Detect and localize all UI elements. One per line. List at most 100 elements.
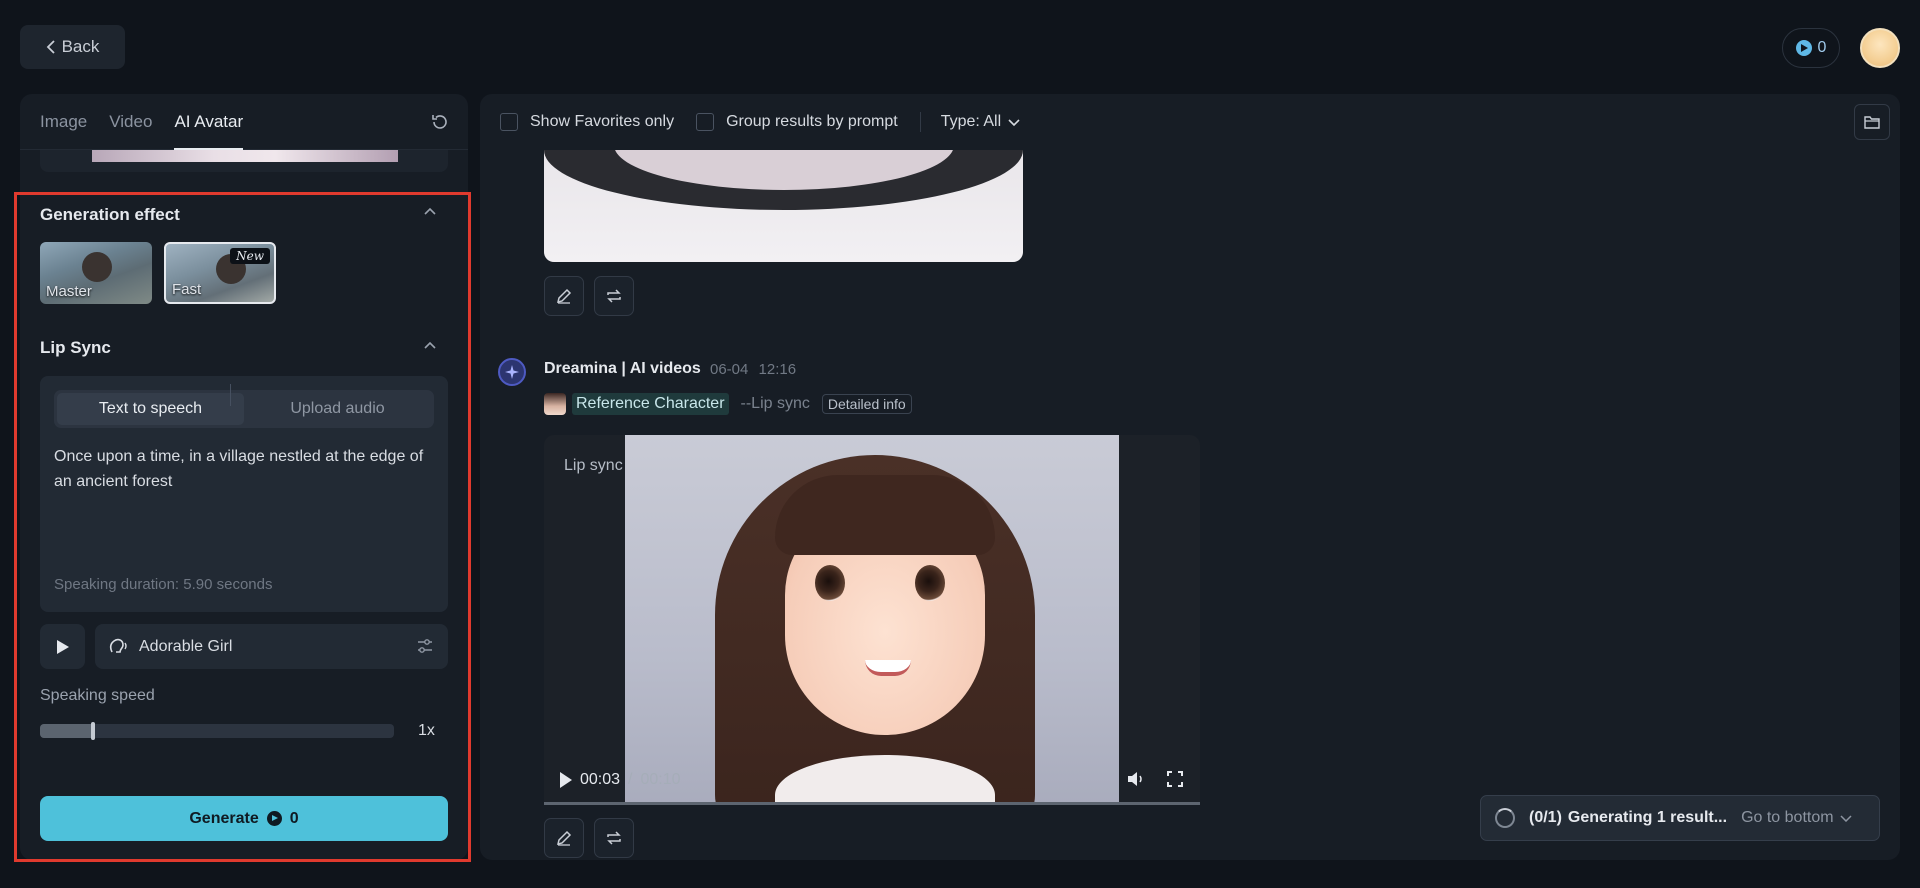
- favorites-checkbox[interactable]: [500, 113, 518, 131]
- results-panel: Show Favorites only Group results by pro…: [480, 94, 1900, 860]
- speech-text-input[interactable]: Once upon a time, in a village nestled a…: [54, 444, 434, 494]
- effect-option-label: Master: [46, 283, 92, 300]
- effect-option-label: Fast: [172, 281, 202, 298]
- mode-label: --Lip sync: [740, 395, 810, 412]
- new-badge: New: [230, 248, 270, 264]
- show-favorites-filter[interactable]: Show Favorites only: [500, 113, 674, 131]
- type-filter-label: Type: All: [940, 113, 1002, 130]
- slider-handle[interactable]: [91, 722, 96, 740]
- go-to-bottom-label: Go to bottom: [1741, 809, 1834, 826]
- go-to-bottom-link[interactable]: Go to bottom: [1741, 809, 1852, 827]
- play-icon[interactable]: [560, 772, 572, 788]
- voice-name: Adorable Girl: [139, 637, 233, 655]
- video-current-time: 00:03: [580, 771, 621, 788]
- video-time-separator: /: [628, 771, 633, 788]
- character-preview-card: [40, 150, 448, 172]
- speaking-speed-value: 1x: [418, 722, 435, 739]
- speaking-speed-slider[interactable]: [40, 722, 394, 740]
- repeat-icon: [607, 289, 621, 303]
- regenerate-button[interactable]: [594, 818, 634, 858]
- chevron-up-icon[interactable]: [424, 340, 436, 352]
- voice-selector[interactable]: Adorable Girl: [95, 624, 448, 669]
- video-right-controls: [1126, 770, 1184, 788]
- fullscreen-icon[interactable]: [1166, 770, 1184, 788]
- chevron-down-icon: [1840, 815, 1852, 822]
- volume-icon[interactable]: [1126, 770, 1146, 788]
- back-label: Back: [61, 37, 100, 56]
- result-timestamp: 06-04 12:16: [710, 361, 796, 378]
- upload-audio-tab[interactable]: Upload audio: [244, 393, 431, 425]
- seg-divider: [230, 384, 231, 406]
- chevron-down-icon: [1008, 119, 1020, 127]
- chevron-up-icon[interactable]: [424, 206, 436, 218]
- reference-name[interactable]: Reference Character: [572, 393, 729, 415]
- folder-button[interactable]: [1854, 104, 1890, 140]
- detailed-info-button[interactable]: Detailed info: [821, 394, 912, 414]
- result-date: 06-04: [710, 361, 749, 378]
- master-thumb-figure: [82, 252, 112, 282]
- reference-tag: Reference Character --Lip sync Detailed …: [544, 392, 912, 416]
- speaking-speed-label: Speaking speed: [40, 687, 155, 704]
- coin-icon: [1795, 40, 1812, 56]
- user-avatar[interactable]: [1860, 28, 1900, 68]
- tab-image[interactable]: Image: [40, 94, 87, 150]
- refresh-icon[interactable]: [430, 112, 450, 132]
- sliders-icon[interactable]: [416, 637, 434, 655]
- credits-count: 0: [1817, 39, 1827, 56]
- video-label: Lip sync: [564, 457, 623, 474]
- mode-tabs: Image Video AI Avatar: [20, 94, 468, 150]
- character-bangs: [775, 475, 995, 555]
- preview-voice-button[interactable]: [40, 624, 85, 669]
- toast-count: (0/1): [1529, 809, 1562, 826]
- video-frame: [625, 435, 1119, 805]
- back-button[interactable]: Back: [20, 25, 125, 69]
- edit-icon: [556, 288, 572, 304]
- generate-button[interactable]: Generate 0: [40, 796, 448, 841]
- generate-label: Generate: [189, 809, 259, 827]
- generating-toast: (0/1) Generating 1 result... Go to botto…: [1480, 795, 1880, 841]
- edit-button[interactable]: [544, 276, 584, 316]
- filter-divider: [919, 112, 921, 132]
- reference-avatar: [544, 393, 566, 415]
- star-logo-icon: [498, 358, 526, 386]
- video-progress-bar[interactable]: [544, 802, 1200, 805]
- spinner-icon: [1495, 808, 1515, 828]
- edit-button[interactable]: [544, 818, 584, 858]
- regenerate-button[interactable]: [594, 276, 634, 316]
- slider-fill: [40, 724, 94, 738]
- coin-icon: [266, 811, 282, 826]
- edit-icon: [556, 830, 572, 846]
- type-filter-dropdown[interactable]: Type: All: [941, 113, 1021, 131]
- character-eye-left: [815, 565, 845, 601]
- folder-icon: [1864, 116, 1880, 129]
- group-results-filter[interactable]: Group results by prompt: [696, 113, 898, 131]
- credits-badge[interactable]: 0: [1782, 28, 1840, 68]
- previous-result-image[interactable]: [544, 150, 1023, 262]
- lip-sync-mode-toggle: Text to speech Upload audio: [54, 390, 434, 428]
- result-time: 12:16: [758, 361, 797, 378]
- filter-bar: Show Favorites only Group results by pro…: [480, 94, 1900, 150]
- repeat-icon: [607, 831, 621, 845]
- generate-cost: 0: [289, 809, 299, 827]
- tab-video[interactable]: Video: [109, 94, 152, 150]
- text-to-speech-tab[interactable]: Text to speech: [57, 393, 244, 425]
- effect-option-master[interactable]: Master: [40, 242, 152, 304]
- favorites-label: Show Favorites only: [530, 113, 675, 130]
- play-icon: [56, 639, 69, 654]
- video-total-time: 00:10: [640, 771, 681, 788]
- video-controls: 00:03 / 00:10: [544, 755, 1200, 805]
- tab-ai-avatar[interactable]: AI Avatar: [174, 94, 243, 150]
- lip-sync-box: Text to speech Upload audio Once upon a …: [40, 376, 448, 612]
- group-label: Group results by prompt: [726, 113, 898, 130]
- group-checkbox[interactable]: [696, 113, 715, 131]
- chevron-left-icon: [46, 40, 55, 54]
- character-preview-image: [92, 150, 398, 162]
- lip-sync-title: Lip Sync: [40, 338, 111, 357]
- toast-message: Generating 1 result...: [1567, 809, 1728, 826]
- character-eye-right: [915, 565, 945, 601]
- video-player[interactable]: Lip sync 00:03 / 00:10: [544, 435, 1200, 805]
- result-title: Dreamina | AI videos: [544, 360, 701, 377]
- voice-icon: [109, 638, 127, 653]
- effect-option-fast[interactable]: New Fast: [164, 242, 276, 304]
- generation-effect-title: Generation effect: [40, 205, 180, 224]
